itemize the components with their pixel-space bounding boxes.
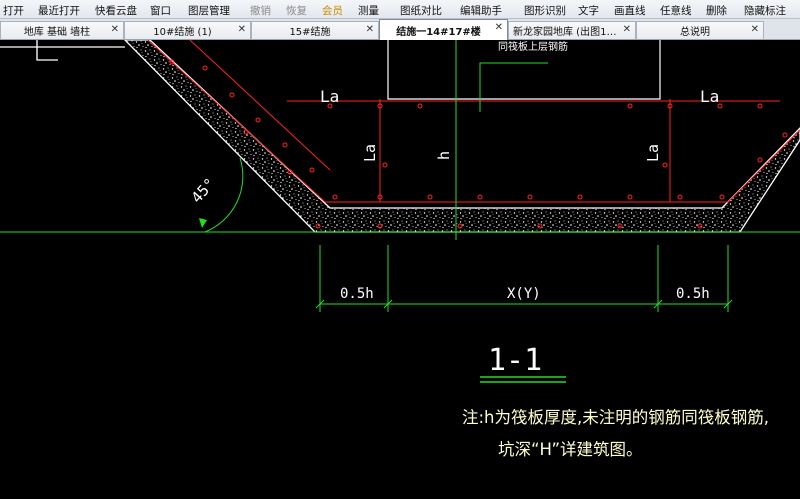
menu-bar: 打开 最近打开 快看云盘 窗口 图层管理 撤销 恢复 会员 测量 图纸对比 编辑… — [0, 0, 800, 19]
note-block: 注:h为筏板厚度,未注明的钢筋同筏板钢筋, 坑深“H”详建筑图。 — [462, 408, 769, 459]
label-la-vertical-left: La — [361, 144, 379, 162]
tab-label: 15#结施 — [289, 27, 331, 38]
angle-arrow-icon — [199, 218, 207, 228]
menu-shape-recognition[interactable]: 图形识别 — [524, 3, 566, 18]
menu-edit-assistant[interactable]: 编辑助手 — [460, 3, 502, 18]
menu-text[interactable]: 文字 — [578, 3, 599, 18]
menu-measure[interactable]: 测量 — [358, 3, 379, 18]
close-icon[interactable]: ✕ — [238, 24, 246, 35]
concrete-section — [0, 40, 800, 233]
label-la-right: La — [700, 87, 719, 106]
menu-recent[interactable]: 最近打开 — [38, 3, 80, 18]
menu-vip[interactable]: 会员 — [322, 3, 343, 18]
close-icon[interactable]: ✕ — [751, 24, 759, 35]
menu-delete[interactable]: 删除 — [706, 3, 727, 18]
tab-14-17-building[interactable]: 结施一14#17#楼 ✕ — [379, 19, 508, 40]
menu-layers[interactable]: 图层管理 — [188, 3, 230, 18]
label-rebar-note: 同筏板上层钢筋 — [498, 40, 568, 53]
tab-label: 结施一14#17#楼 — [396, 26, 481, 38]
dim-right: 0.5h — [676, 286, 710, 302]
close-icon[interactable]: ✕ — [366, 24, 374, 35]
tab-label: 地库 基础 墙柱 — [23, 27, 91, 38]
cad-drawing: La La La La h 45° 同筏板上层钢筋 0.5h X(Y) 0.5h… — [0, 40, 800, 459]
label-la-vertical-right: La — [644, 144, 662, 162]
tab-xinlong-basement[interactable]: 新龙家园地库 (出图12… ✕ — [508, 21, 636, 39]
dim-center: X(Y) — [507, 286, 541, 302]
tab-label: 总说明 — [680, 27, 710, 38]
note-line-1: 注:h为筏板厚度,未注明的钢筋同筏板钢筋, — [462, 408, 769, 427]
tab-basement-foundation[interactable]: 地库 基础 墙柱 ✕ — [0, 21, 124, 39]
label-la-left: La — [320, 87, 339, 106]
menu-cloud[interactable]: 快看云盘 — [95, 3, 137, 18]
tab-bar: 地库 基础 墙柱 ✕ 10#结施 (1) ✕ 15#结施 ✕ 结施一14#17#… — [0, 19, 800, 40]
drawing-canvas[interactable]: La La La La h 45° 同筏板上层钢筋 0.5h X(Y) 0.5h… — [0, 40, 800, 499]
dim-left: 0.5h — [340, 286, 374, 302]
tab-general-notes[interactable]: 总说明 ✕ — [636, 21, 764, 39]
close-icon[interactable]: ✕ — [623, 24, 631, 35]
tab-label: 新龙家园地库 (出图12… — [513, 27, 623, 38]
menu-undo[interactable]: 撤销 — [250, 3, 271, 18]
dimension-lines — [0, 40, 800, 312]
close-icon[interactable]: ✕ — [495, 22, 503, 33]
label-angle: 45° — [188, 174, 220, 206]
menu-draw-line[interactable]: 画直线 — [614, 3, 646, 18]
rebar-lines — [147, 40, 800, 203]
tab-label: 10#结施 (1) — [153, 27, 212, 38]
menu-window[interactable]: 窗口 — [150, 3, 171, 18]
tab-15-structure[interactable]: 15#结施 ✕ — [251, 21, 379, 39]
menu-free-line[interactable]: 任意线 — [660, 3, 692, 18]
label-h: h — [435, 151, 453, 160]
menu-hide-annotation[interactable]: 隐藏标注 — [744, 3, 786, 18]
rebar-dots — [169, 59, 788, 229]
menu-compare[interactable]: 图纸对比 — [400, 3, 442, 18]
note-line-2: 坑深“H”详建筑图。 — [498, 440, 643, 459]
section-title: 1-1 — [488, 343, 542, 378]
menu-open[interactable]: 打开 — [3, 3, 24, 18]
top-left-outline — [36, 40, 58, 61]
tab-10-structure[interactable]: 10#结施 (1) ✕ — [124, 21, 251, 39]
close-icon[interactable]: ✕ — [111, 24, 119, 35]
menu-redo[interactable]: 恢复 — [286, 3, 307, 18]
